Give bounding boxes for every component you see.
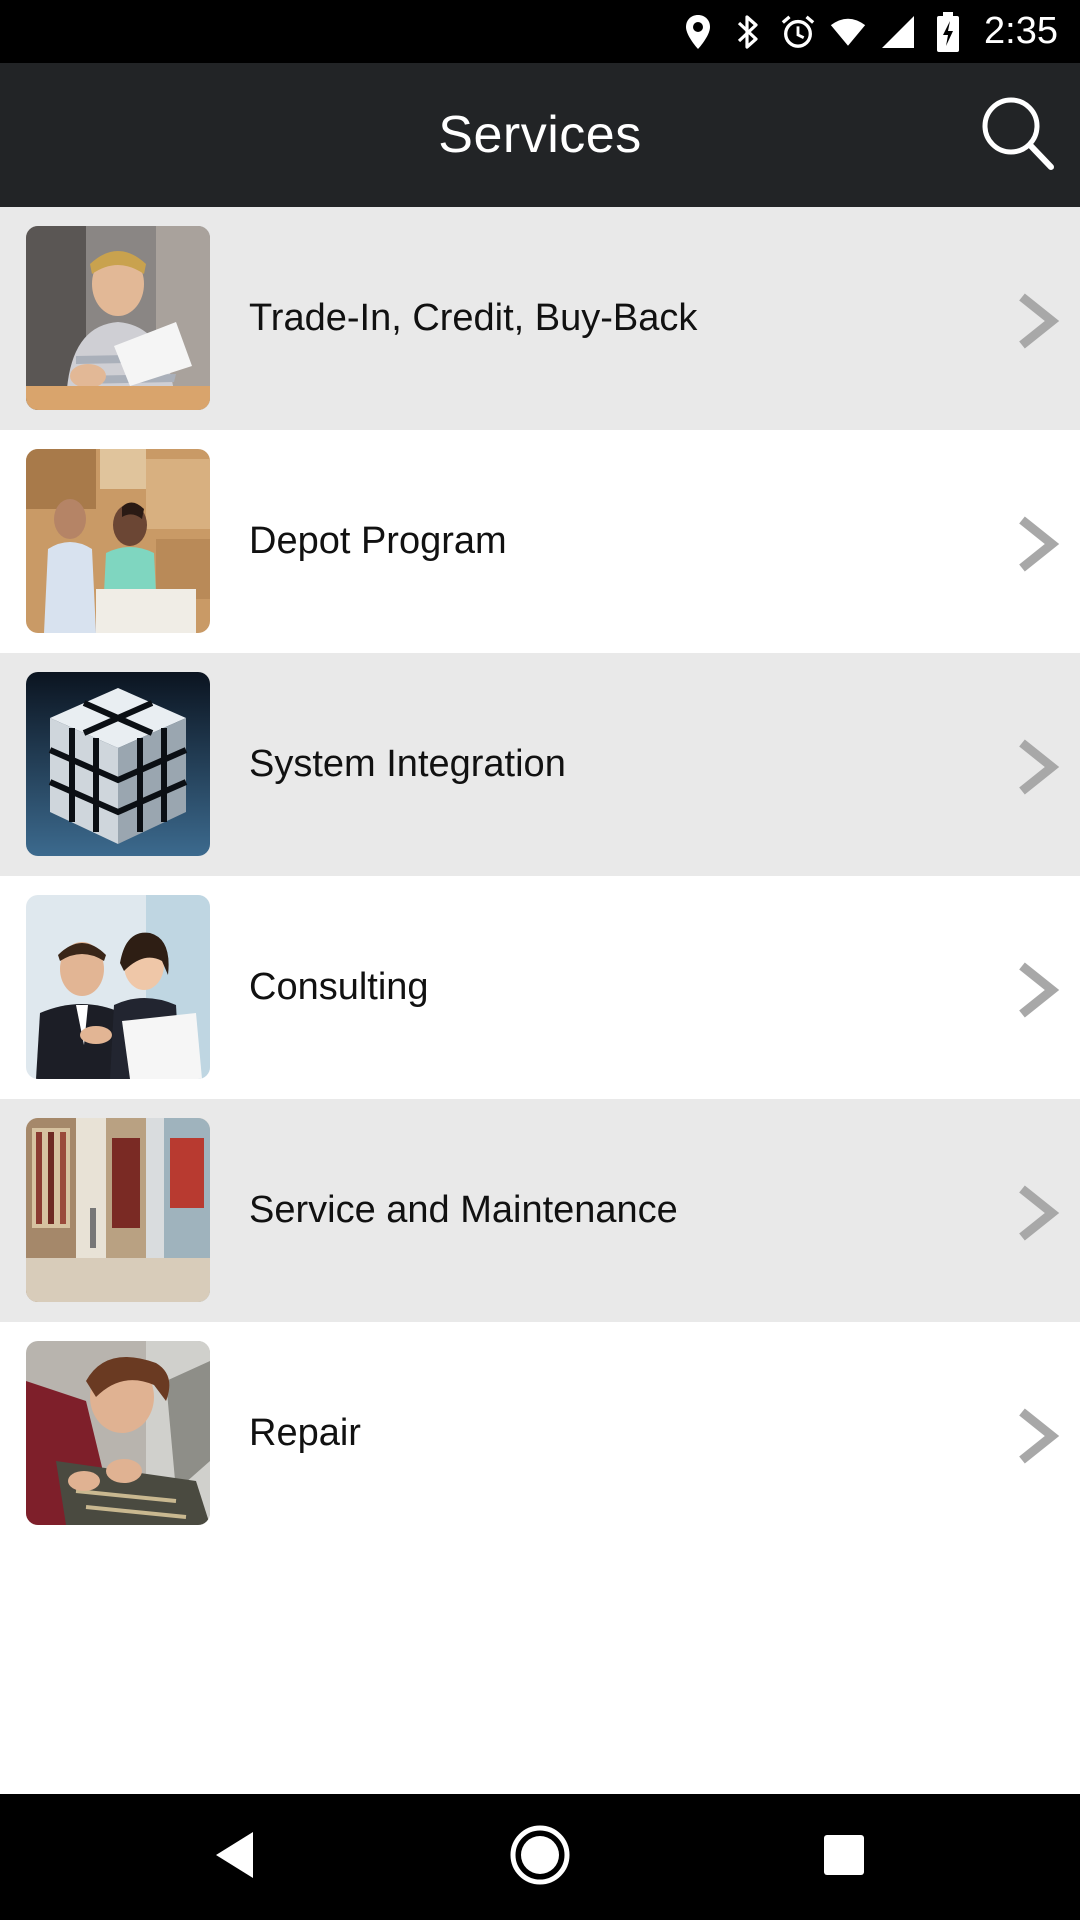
chevron-right-icon [1014,293,1060,349]
list-item-label: System Integration [249,743,566,785]
store-photo [26,1118,210,1302]
back-button[interactable] [202,1824,268,1890]
chevron-right-icon [1014,1408,1060,1464]
list-item-label: Repair [249,1412,361,1454]
list-item-depot-program[interactable]: Depot Program [0,430,1080,653]
chevron-right-icon [1014,962,1060,1018]
cube-photo [26,672,210,856]
list-item-label: Consulting [249,966,429,1008]
recents-button[interactable] [811,1824,877,1890]
home-icon [509,1824,571,1891]
bluetooth-icon [730,12,766,52]
chevron-right-icon [1014,516,1060,572]
recents-icon [823,1834,865,1881]
app-bar: Services [0,63,1080,207]
list-item-label: Trade-In, Credit, Buy-Back [249,297,698,339]
clock: 2:35 [984,10,1058,52]
alarm-icon [780,12,816,52]
location-icon [680,12,716,52]
list-item-service-maintenance[interactable]: Service and Maintenance [0,1099,1080,1322]
search-icon [977,94,1057,179]
back-icon [213,1830,257,1885]
trade-in-photo [26,226,210,410]
home-button[interactable] [507,1824,573,1890]
signal-icon [880,12,916,52]
chevron-right-icon [1014,739,1060,795]
consulting-photo [26,895,210,1079]
navigation-bar [0,1794,1080,1920]
page-title: Services [438,106,642,164]
list-item-consulting[interactable]: Consulting [0,876,1080,1099]
repair-photo [26,1341,210,1525]
list-item-label: Depot Program [249,520,507,562]
list-item-repair[interactable]: Repair [0,1322,1080,1545]
depot-photo [26,449,210,633]
battery-icon [930,11,966,52]
list-item-trade-in[interactable]: Trade-In, Credit, Buy-Back [0,207,1080,430]
list-item-system-integration[interactable]: System Integration [0,653,1080,876]
chevron-right-icon [1014,1185,1060,1241]
list-item-label: Service and Maintenance [249,1189,678,1231]
status-bar: 2:35 [0,0,1080,63]
wifi-icon [830,12,866,52]
services-list: Trade-In, Credit, Buy-Back Depot Program [0,207,1080,1545]
search-button[interactable] [976,95,1058,177]
